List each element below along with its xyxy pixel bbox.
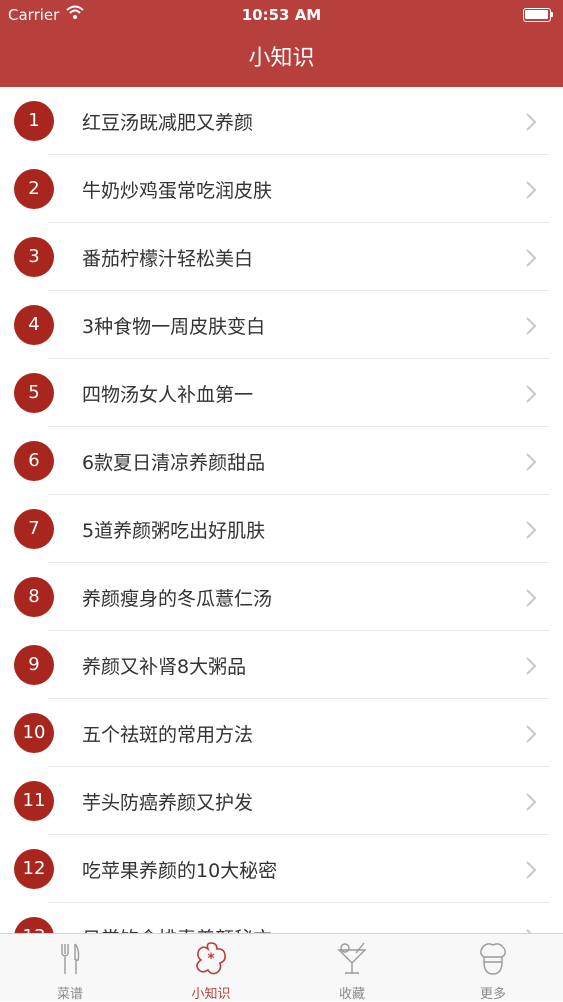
list-item-title: 日常饮食排毒养颜秘方 — [82, 924, 272, 933]
chevron-right-icon — [526, 657, 537, 675]
tab-more-label: 更多 — [479, 987, 506, 1002]
tips-list[interactable]: 1 红豆汤既减肥又养颜 2 牛奶炒鸡蛋常吃润皮肤 3 番茄柠檬汁轻松美白 4 3种食物一周皮肤… — [0, 87, 563, 933]
list-item[interactable]: 1 红豆汤既减肥又养颜 — [0, 87, 563, 155]
index-badge: 5 — [14, 373, 54, 413]
list-item-title: 6款夏日清凉养颜甜品 — [82, 452, 266, 474]
index-badge: 9 — [14, 645, 54, 685]
list-item-title: 红豆汤既减肥又养颜 — [82, 112, 254, 134]
chevron-right-icon — [526, 453, 537, 471]
index-badge: 7 — [14, 509, 54, 549]
tab-tips[interactable]: * 小知识 — [141, 934, 281, 1002]
chevron-right-icon — [526, 113, 537, 131]
list-item[interactable]: 10 五个祛斑的常用方法 — [0, 699, 563, 767]
tab-tips-label: 小知识 — [191, 987, 231, 1002]
tab-favorites-label: 收藏 — [338, 987, 365, 1002]
cocktail-glass-icon — [337, 942, 367, 974]
index-badge: 13 — [14, 917, 54, 933]
fork-knife-icon — [61, 943, 80, 974]
index-badge: 6 — [14, 441, 54, 481]
chevron-right-icon — [526, 589, 537, 607]
index-badge: 3 — [14, 237, 54, 277]
list-item-title: 四物汤女人补血第一 — [82, 384, 254, 406]
list-item-title: 3种食物一周皮肤变白 — [82, 316, 266, 338]
chevron-right-icon — [526, 725, 537, 743]
list-item-title: 5道养颜粥吃出好肌肤 — [82, 520, 266, 542]
index-badge: 8 — [14, 577, 54, 617]
list-item-title: 芋头防癌养颜又护发 — [82, 792, 254, 814]
chevron-right-icon — [526, 317, 537, 335]
tab-favorites[interactable]: 收藏 — [282, 934, 422, 1002]
list-item[interactable]: 6 6款夏日清凉养颜甜品 — [0, 427, 563, 495]
tab-recipes[interactable]: 菜谱 — [0, 934, 140, 1002]
tab-more[interactable]: 更多 — [423, 934, 563, 1002]
chevron-right-icon — [526, 861, 537, 879]
chevron-right-icon — [526, 385, 537, 403]
tab-bar: 菜谱 * 小知识 收藏 更多 — [0, 933, 563, 1002]
svg-text:*: * — [207, 951, 215, 967]
chevron-right-icon — [526, 249, 537, 267]
status-bar: Carrier 10:53 AM — [0, 0, 563, 30]
index-badge: 10 — [14, 713, 54, 753]
list-item[interactable]: 5 四物汤女人补血第一 — [0, 359, 563, 427]
list-item[interactable]: 2 牛奶炒鸡蛋常吃润皮肤 — [0, 155, 563, 223]
list-item[interactable]: 9 养颜又补肾8大粥品 — [0, 631, 563, 699]
list-item-title: 牛奶炒鸡蛋常吃润皮肤 — [82, 180, 273, 202]
tab-recipes-label: 菜谱 — [56, 987, 83, 1002]
index-badge: 11 — [14, 781, 54, 821]
list-item[interactable]: 11 芋头防癌养颜又护发 — [0, 767, 563, 835]
battery-icon — [523, 8, 553, 22]
list-item-title: 五个祛斑的常用方法 — [82, 724, 254, 746]
list-item[interactable]: 12 吃苹果养颜的10大秘密 — [0, 835, 563, 903]
chevron-right-icon — [526, 793, 537, 811]
chevron-right-icon — [526, 521, 537, 539]
navigation-header: Carrier 10:53 AM 小知识 — [0, 0, 563, 87]
list-item[interactable]: 3 番茄柠檬汁轻松美白 — [0, 223, 563, 291]
index-badge: 12 — [14, 849, 54, 889]
index-badge: 4 — [14, 305, 54, 345]
list-item-title: 吃苹果养颜的10大秘密 — [82, 860, 278, 882]
list-item[interactable]: 4 3种食物一周皮肤变白 — [0, 291, 563, 359]
chevron-right-icon — [526, 181, 537, 199]
page-title: 小知识 — [248, 46, 315, 71]
list-item-title: 养颜瘦身的冬瓜薏仁汤 — [82, 588, 273, 610]
list-item[interactable]: 8 养颜瘦身的冬瓜薏仁汤 — [0, 563, 563, 631]
list-item[interactable]: 7 5道养颜粥吃出好肌肤 — [0, 495, 563, 563]
flower-star-icon: * — [196, 942, 226, 975]
list-item[interactable]: 13 日常饮食排毒养颜秘方 — [0, 903, 563, 933]
list-item-title: 番茄柠檬汁轻松美白 — [82, 248, 254, 270]
chef-hat-icon — [480, 943, 506, 975]
status-time: 10:53 AM — [241, 6, 322, 24]
index-badge: 1 — [14, 101, 54, 141]
list-item-title: 养颜又补肾8大粥品 — [82, 656, 247, 678]
index-badge: 2 — [14, 169, 54, 209]
